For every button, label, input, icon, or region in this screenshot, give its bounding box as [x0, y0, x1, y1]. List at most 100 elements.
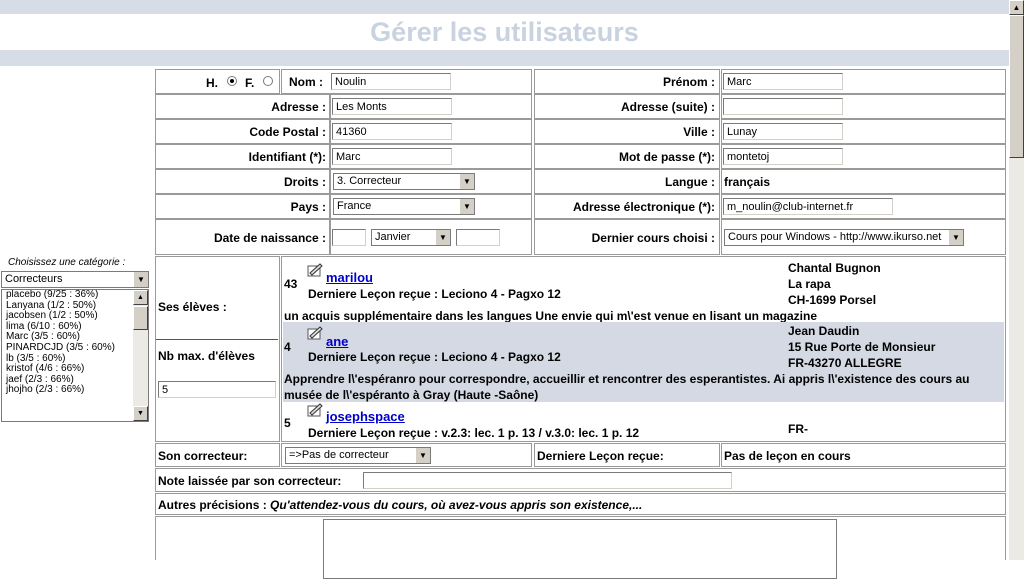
adresse2-cell [721, 94, 1006, 119]
category-select[interactable]: Correcteurs ▼ [1, 271, 149, 288]
droits-cell: 3. Correcteur ▼ [330, 169, 532, 194]
cours-label: Dernier cours choisi : [591, 231, 715, 245]
student-link[interactable]: josephspace [326, 409, 405, 424]
student-address-line: La rapa [788, 277, 831, 291]
droits-label: Droits : [284, 175, 326, 189]
scroll-down-icon[interactable]: ▼ [133, 406, 148, 421]
page-scrollbar[interactable]: ▲ [1009, 0, 1024, 560]
cours-select[interactable]: Cours pour Windows - http://www.ikurso.n… [724, 229, 964, 246]
autres-textarea[interactable] [323, 519, 837, 579]
autres-row: Autres précisions : Qu'attendez-vous du … [155, 493, 1006, 515]
student-address-line: FR-43270 ALLEGRE [788, 356, 902, 370]
chevron-down-icon[interactable]: ▼ [948, 230, 963, 245]
note-label: Note laissée par son correcteur: [158, 474, 342, 488]
correcteur-cell: =>Pas de correcteur ▼ [281, 443, 532, 467]
student-lesson: Derniere Leçon reçue : Leciono 4 - Pagxo… [308, 287, 561, 301]
chevron-down-icon[interactable]: ▼ [415, 448, 430, 463]
student-num: 43 [284, 277, 298, 291]
note-input[interactable] [363, 472, 732, 489]
adresse2-input[interactable] [723, 98, 843, 115]
user-list-item[interactable]: jhojho (2/3 : 66%) [2, 385, 148, 396]
divider [156, 339, 278, 340]
male-radio[interactable] [227, 76, 237, 86]
edit-note-icon[interactable] [307, 263, 323, 277]
ident-label: Identifiant (*): [248, 150, 326, 164]
cp-input[interactable] [332, 123, 452, 140]
scroll-thumb[interactable] [1009, 15, 1024, 158]
cours-cell: Cours pour Windows - http://www.ikurso.n… [721, 219, 1006, 255]
user-list-item[interactable]: placebo (9/25 : 36%) [2, 290, 148, 301]
dob-label-cell: Date de naissance : [155, 219, 330, 255]
email-input[interactable] [723, 198, 893, 215]
ident-label-cell: Identifiant (*): [155, 144, 330, 169]
prenom-cell [721, 69, 1006, 94]
prenom-label: Prénom : [662, 75, 715, 89]
student-address-line: CH-1699 Porsel [788, 293, 877, 307]
autres-label-text: Autres précisions : [158, 498, 267, 512]
category-prompt: Choisissez une catégorie : [8, 257, 126, 268]
dob-year-input[interactable] [456, 229, 500, 246]
pays-cell: France ▼ [330, 194, 532, 219]
ident-cell [330, 144, 532, 169]
correcteur-label-cell: Son correcteur: [155, 443, 280, 467]
correcteur-label: Son correcteur: [158, 449, 248, 463]
chevron-down-icon[interactable]: ▼ [435, 230, 450, 245]
chevron-down-icon[interactable]: ▼ [133, 272, 148, 287]
cours-select-value: Cours pour Windows - http://www.ikurso.n… [728, 231, 942, 243]
max-eleves-input[interactable] [158, 381, 276, 398]
category-select-value: Correcteurs [5, 273, 63, 285]
edit-note-icon[interactable] [307, 326, 323, 340]
user-list-item[interactable]: PINARDCJD (3/5 : 60%) [2, 342, 148, 354]
ville-label: Ville : [683, 125, 715, 139]
autres-hint: Qu'attendez-vous du cours, où avez-vous … [270, 498, 643, 512]
pays-select[interactable]: France ▼ [333, 198, 475, 215]
user-list[interactable]: ▲ ▼ placebo (9/25 : 36%) Lanyana (1/2 : 5… [1, 289, 149, 422]
student-lesson: Derniere Leçon reçue : v.2.3: lec. 1 p. … [308, 426, 640, 440]
droits-select[interactable]: 3. Correcteur ▼ [333, 173, 475, 190]
correcteur-select[interactable]: =>Pas de correcteur ▼ [285, 447, 431, 464]
email-label: Adresse électronique (*): [572, 200, 715, 214]
ville-input[interactable] [723, 123, 843, 140]
scroll-up-icon[interactable]: ▲ [1009, 0, 1024, 15]
ident-input[interactable] [332, 148, 452, 165]
student-address-line: FR- [788, 422, 808, 436]
student-address-line: Jean Daudin [788, 324, 860, 338]
student-link[interactable]: ane [326, 334, 348, 349]
male-label: H. [206, 76, 218, 90]
list-scrollbar[interactable]: ▲ ▼ [133, 290, 148, 421]
last-lesson-label: Derniere Leçon reçue: [537, 449, 664, 463]
student-link[interactable]: marilou [326, 270, 373, 285]
adresse2-label-cell: Adresse (suite) : [534, 94, 720, 119]
autres-label: Autres précisions : Qu'attendez-vous du … [158, 498, 642, 512]
page-title: Gérer les utilisateurs [370, 17, 639, 47]
pays-select-value: France [337, 200, 372, 212]
max-eleves-label: Nb max. d'élèves [158, 349, 255, 363]
prenom-input[interactable] [723, 73, 843, 90]
last-lesson-label-cell: Derniere Leçon reçue: [534, 443, 720, 467]
adresse2-label: Adresse (suite) : [620, 100, 715, 114]
dob-day-input[interactable] [332, 229, 366, 246]
students-list: 43 marilou Derniere Leçon reçue : Lecion… [281, 256, 1006, 442]
student-row: 5 josephspace Derniere Leçon reçue : v.2… [283, 402, 1004, 440]
gender-cell: H. F. [155, 69, 280, 94]
scroll-up-icon[interactable]: ▲ [133, 290, 148, 305]
title-band [0, 50, 1009, 66]
correcteur-select-value: =>Pas de correcteur [289, 449, 389, 461]
scroll-thumb[interactable] [133, 306, 148, 330]
mdp-cell [721, 144, 1006, 169]
student-description: Apprendre l\'espéranro pour correspondre… [284, 372, 970, 402]
student-num: 5 [284, 416, 291, 430]
dob-cell: Janvier ▼ [330, 219, 532, 255]
student-address-line: 15 Rue Porte de Monsieur [788, 340, 936, 354]
mdp-input[interactable] [723, 148, 843, 165]
email-label-cell: Adresse électronique (*): [534, 194, 720, 219]
note-row: Note laissée par son correcteur: [155, 468, 1006, 492]
female-radio[interactable] [263, 76, 273, 86]
cp-cell [330, 119, 532, 144]
dob-month-select[interactable]: Janvier ▼ [371, 229, 451, 246]
edit-note-icon[interactable] [307, 403, 323, 417]
chevron-down-icon[interactable]: ▼ [459, 199, 474, 214]
adresse-input[interactable] [332, 98, 452, 115]
chevron-down-icon[interactable]: ▼ [459, 174, 474, 189]
nom-input[interactable] [331, 73, 451, 90]
